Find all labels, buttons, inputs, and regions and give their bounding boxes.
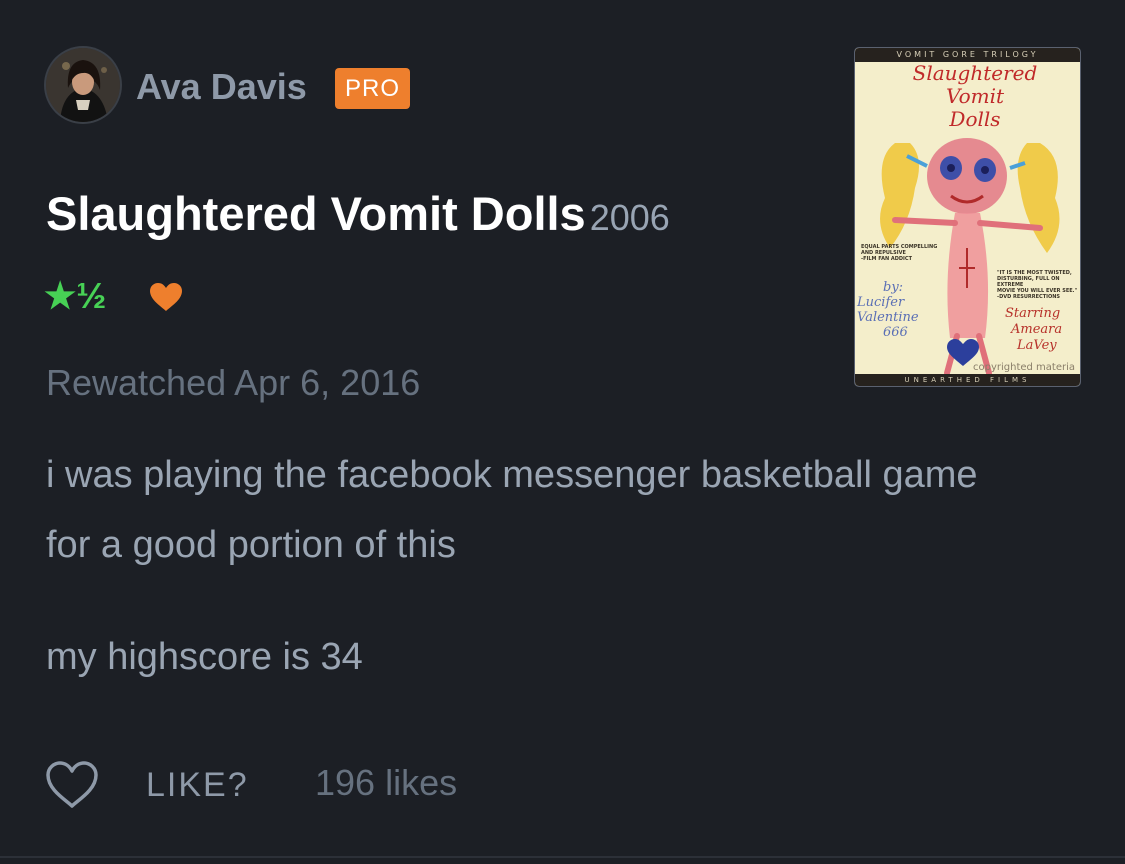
username-link[interactable]: Ava Davis	[136, 66, 307, 108]
poster-title-line: Vomit	[945, 84, 1005, 108]
poster-title: Slaughtered Vomit Dolls	[885, 62, 1065, 131]
poster-starring-credit: Starring Ameara LaVey	[1005, 306, 1062, 354]
likes-count-link[interactable]: 196 likes	[315, 762, 457, 804]
film-poster[interactable]: VOMIT GORE TRILOGY Slaughtered Vomit Dol…	[855, 48, 1080, 386]
poster-quote-line: -DVD RESURRECTIONS	[997, 294, 1061, 300]
poster-credit-line: Valentine	[857, 310, 919, 325]
poster-watermark: copyrighted materia	[973, 362, 1076, 373]
poster-quote-left: EQUAL PARTS COMPELLING AND REPULSIVE -FI…	[861, 244, 937, 262]
poster-quote-line: -FILM FAN ADDICT	[861, 256, 913, 262]
poster-quote-right: "IT IS THE MOST TWISTED, DISTURBING, FUL…	[997, 270, 1080, 300]
poster-credit-line: Ameara	[1011, 322, 1063, 337]
poster-credit-line: by:	[883, 280, 904, 295]
heart-outline-icon[interactable]	[45, 760, 99, 810]
review-paragraph: my highscore is 34	[46, 636, 363, 678]
poster-title-line: Dolls	[949, 107, 1001, 131]
pro-badge: PRO	[335, 68, 410, 109]
film-title-link[interactable]: Slaughtered Vomit Dolls	[46, 187, 586, 240]
poster-title-line: Slaughtered	[912, 61, 1038, 85]
poster-credit-line: Lucifer	[857, 295, 905, 310]
review-body: i was playing the facebook messenger bas…	[46, 440, 986, 692]
like-button[interactable]: LIKE?	[146, 766, 249, 805]
film-year-link[interactable]: 2006	[590, 197, 670, 238]
star-rating: ★½	[44, 278, 106, 314]
rating-stars: ★½	[44, 275, 107, 316]
poster-quote-line: DISTURBING, FULL ON EXTREME	[997, 276, 1060, 288]
user-avatar[interactable]	[46, 48, 120, 122]
poster-director-credit: by: Lucifer Valentine 666	[857, 280, 919, 340]
film-title-line: Slaughtered Vomit Dolls 2006	[46, 186, 670, 241]
poster-credit-line: 666	[883, 325, 908, 340]
poster-studio: UNEARTHED FILMS	[855, 374, 1080, 386]
avatar-image	[46, 48, 120, 122]
review-paragraph: i was playing the facebook messenger bas…	[46, 454, 978, 566]
divider	[0, 856, 1125, 858]
poster-credit-line: LaVey	[1017, 338, 1057, 353]
poster-credit-line: Starring	[1005, 306, 1061, 321]
liked-heart-icon	[150, 283, 182, 311]
poster-series: VOMIT GORE TRILOGY	[855, 48, 1080, 62]
watch-date: Rewatched Apr 6, 2016	[46, 362, 421, 403]
